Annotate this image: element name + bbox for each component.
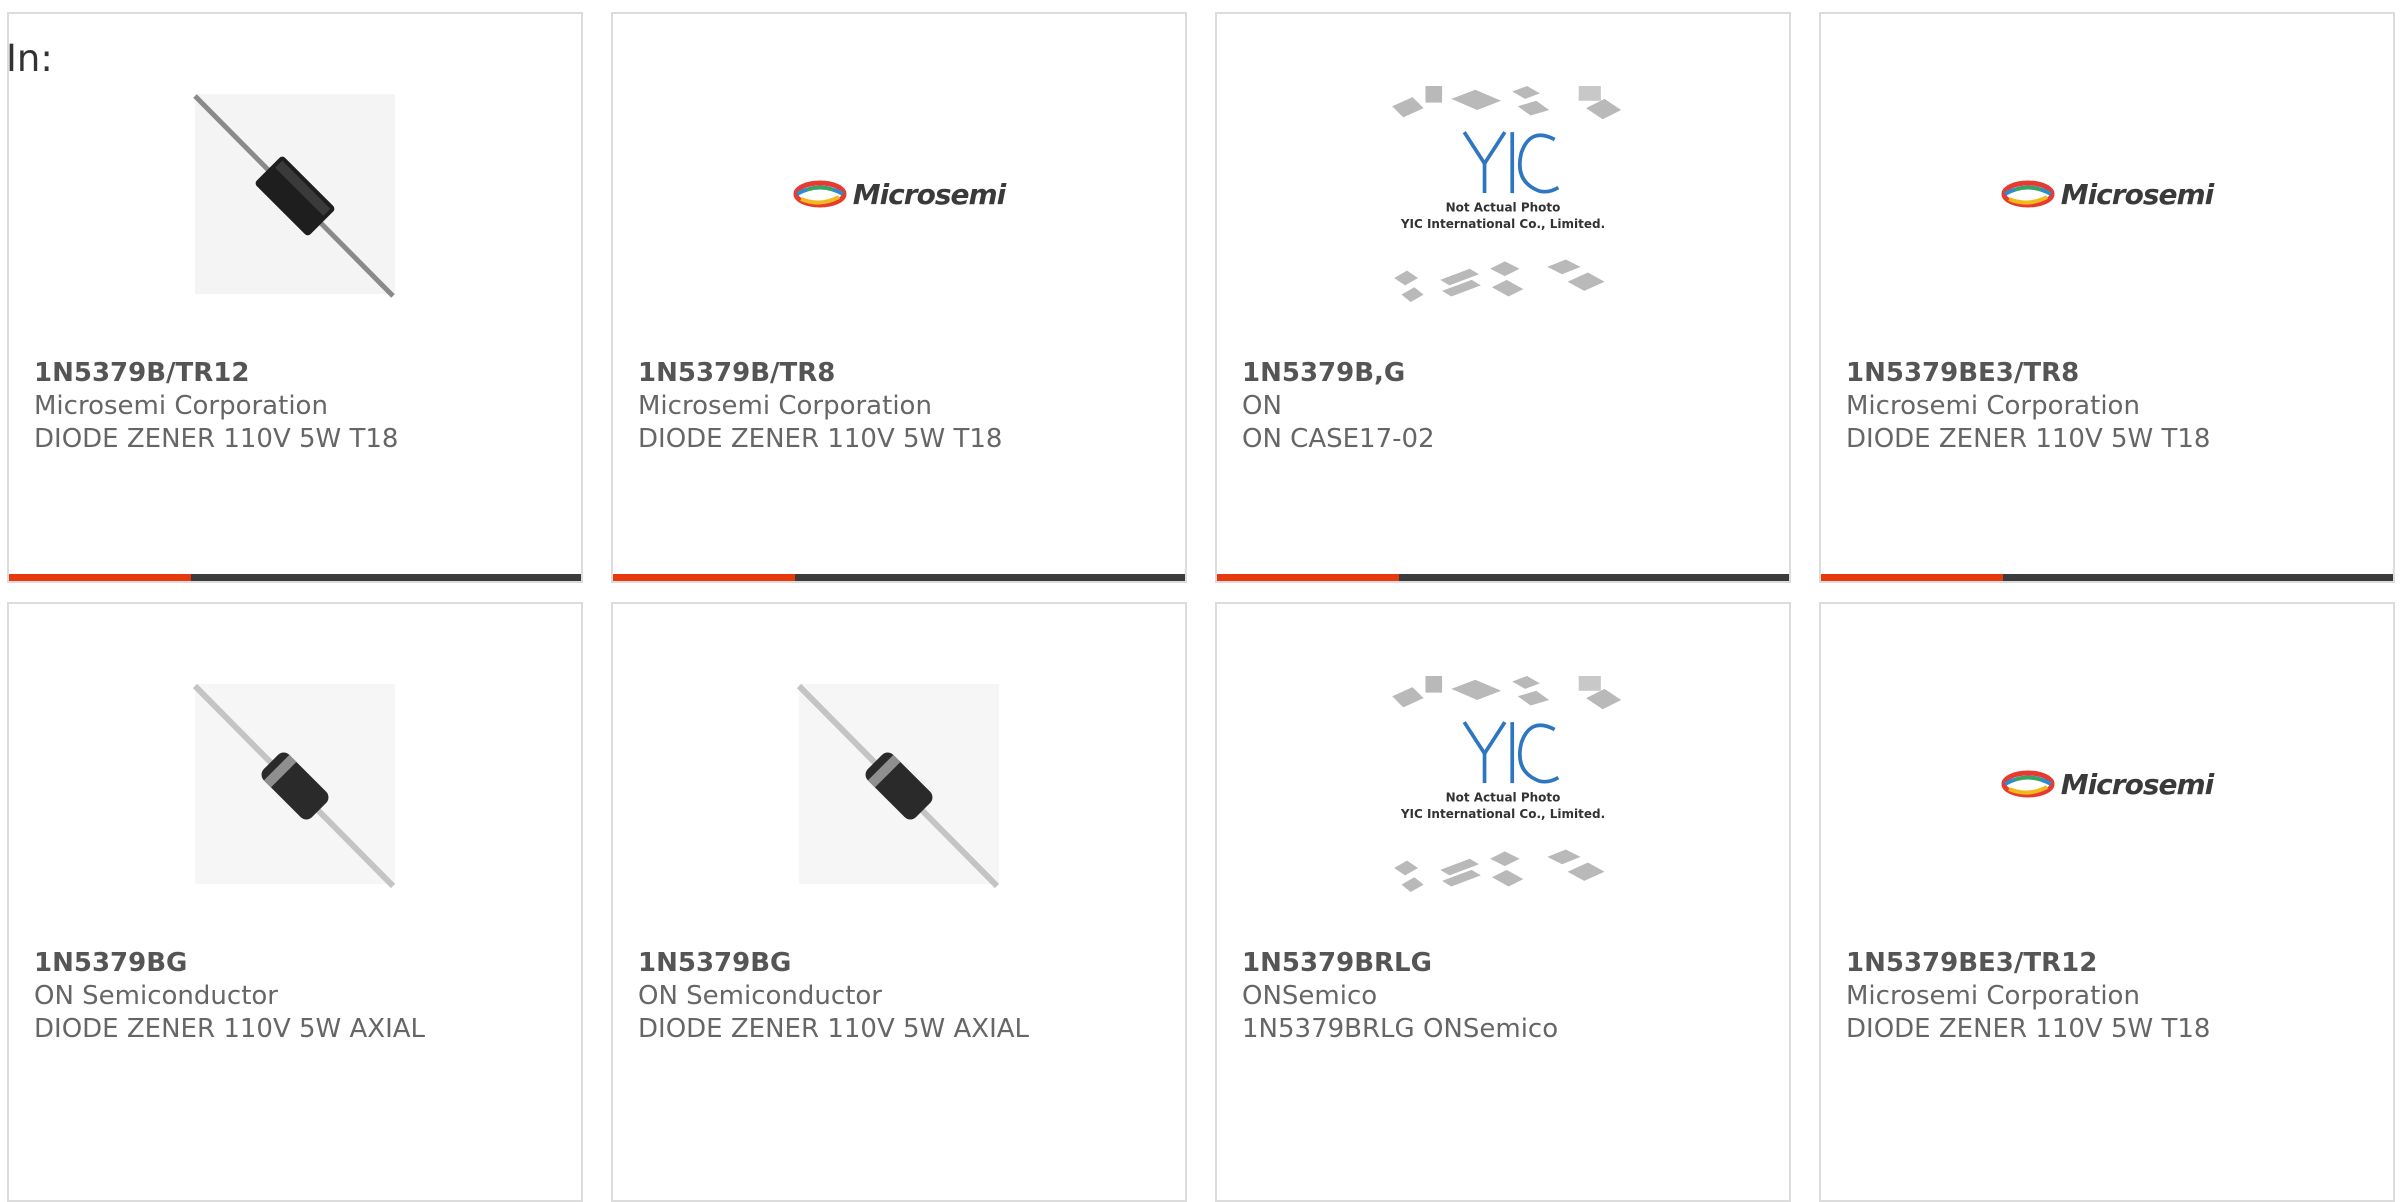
card-footer-bar [1821,574,2393,581]
part-number[interactable]: 1N5379BG [34,946,561,980]
product-card[interactable]: Microsemi 1N5379BE3/TR8 Microsemi Corpor… [1819,12,2395,583]
filter-label: In: [6,37,53,80]
placeholder-line-2: YIC International Co., Limited. [1400,217,1605,231]
manufacturer-name: ON [1242,391,1282,421]
microsemi-logo: Microsemi [2001,178,2214,211]
microsemi-logo: Microsemi [793,178,1006,211]
part-number[interactable]: 1N5379B,G [1242,356,1769,390]
microsemi-logo-text: Microsemi [2060,767,2215,801]
product-card[interactable]: 1N5379BG ON Semiconductor DIODE ZENER 11… [7,602,583,1202]
product-card[interactable]: Not Actual Photo YIC International Co., … [1215,12,1791,583]
not-actual-photo-placeholder: Not Actual Photo YIC International Co., … [1392,86,1622,302]
product-grid: 1N5379B/TR12 Microsemi Corporation DIODE… [0,0,2400,1202]
manufacturer-name: ON Semiconductor [638,981,882,1011]
product-image[interactable] [175,674,415,894]
product-description: DIODE ZENER 110V 5W AXIAL [638,1014,1030,1044]
card-footer-bar [613,574,1185,581]
product-card[interactable]: Microsemi 1N5379BE3/TR12 Microsemi Corpo… [1819,602,2395,1202]
not-actual-photo-placeholder: Not Actual Photo YIC International Co., … [1392,676,1622,892]
microsemi-logo-text: Microsemi [2060,177,2215,211]
axial-diode-photo-icon [192,683,396,889]
manufacturer-name: Microsemi Corporation [638,391,932,421]
product-description: DIODE ZENER 110V 5W T18 [1846,424,2211,454]
manufacturer-name: ONSemico [1242,981,1378,1011]
placeholder-line-2: YIC International Co., Limited. [1400,807,1605,821]
axial-diode-photo-icon [796,683,1000,889]
placeholder-line-1: Not Actual Photo [1446,201,1561,215]
product-description: DIODE ZENER 110V 5W T18 [1846,1014,2211,1044]
part-number[interactable]: 1N5379BE3/TR8 [1846,356,2373,390]
part-number[interactable]: 1N5379BRLG [1242,946,1769,980]
microsemi-swirl-icon [2001,180,2055,208]
product-image[interactable]: Microsemi [779,84,1019,304]
product-image[interactable] [779,674,1019,894]
part-number[interactable]: 1N5379BE3/TR12 [1846,946,2373,980]
microsemi-logo-text: Microsemi [852,177,1007,211]
product-image[interactable] [175,84,415,304]
manufacturer-name: Microsemi Corporation [1846,391,2140,421]
product-description: ON CASE17-02 [1242,424,1435,454]
manufacturer-name: Microsemi Corporation [1846,981,2140,1011]
microsemi-logo: Microsemi [2001,768,2214,801]
part-number[interactable]: 1N5379B/TR8 [638,356,1165,390]
card-footer-bar [1217,574,1789,581]
product-image[interactable]: Not Actual Photo YIC International Co., … [1383,674,1623,894]
product-card[interactable]: 1N5379B/TR12 Microsemi Corporation DIODE… [7,12,583,583]
product-description: DIODE ZENER 110V 5W T18 [34,424,399,454]
product-image[interactable]: Microsemi [1987,84,2227,304]
product-card[interactable]: 1N5379BG ON Semiconductor DIODE ZENER 11… [611,602,1187,1202]
product-image[interactable]: Microsemi [1987,674,2227,894]
product-description: DIODE ZENER 110V 5W AXIAL [34,1014,426,1044]
product-card[interactable]: Microsemi 1N5379B/TR8 Microsemi Corporat… [611,12,1187,583]
microsemi-swirl-icon [2001,770,2055,798]
card-footer-bar [9,574,581,581]
microsemi-swirl-icon [793,180,847,208]
part-number[interactable]: 1N5379BG [638,946,1165,980]
product-card[interactable]: Not Actual Photo YIC International Co., … [1215,602,1791,1202]
manufacturer-name: Microsemi Corporation [34,391,328,421]
part-number[interactable]: 1N5379B/TR12 [34,356,561,390]
placeholder-line-1: Not Actual Photo [1446,791,1561,805]
manufacturer-name: ON Semiconductor [34,981,278,1011]
product-image[interactable]: Not Actual Photo YIC International Co., … [1383,84,1623,304]
product-description: DIODE ZENER 110V 5W T18 [638,424,1003,454]
diode-photo-icon [193,94,395,298]
product-description: 1N5379BRLG ONSemico [1242,1014,1559,1044]
